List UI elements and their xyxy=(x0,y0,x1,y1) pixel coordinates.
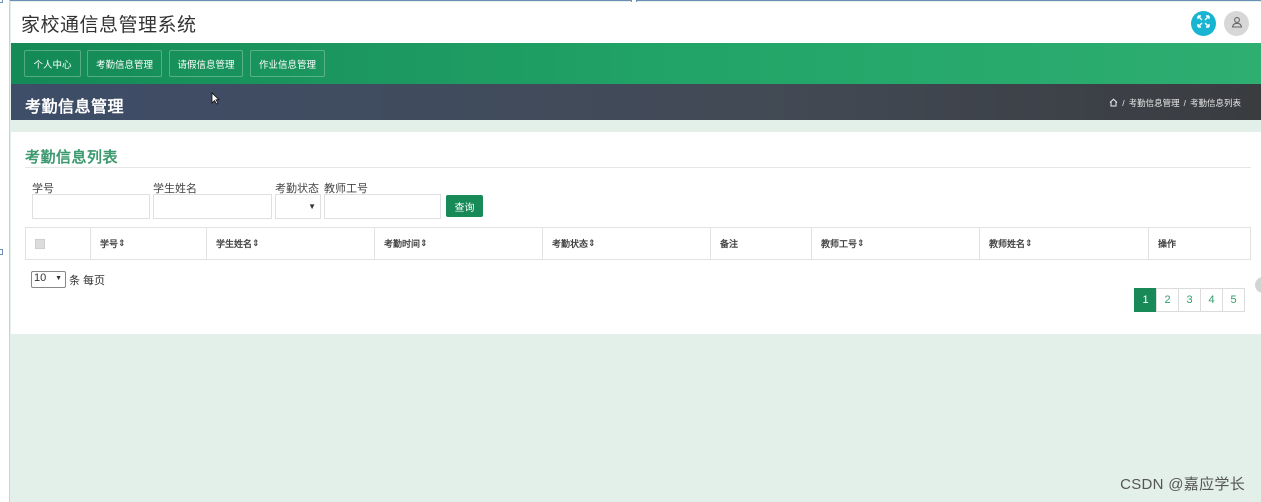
column-label: 教师姓名 xyxy=(989,239,1026,249)
breadcrumb-separator: / xyxy=(1183,98,1186,108)
page-title: 考勤信息管理 xyxy=(25,99,125,116)
user-menu-button[interactable] xyxy=(1224,11,1249,36)
sort-icon: ⇕ xyxy=(118,238,126,248)
user-icon xyxy=(1231,15,1243,33)
app-title: 家校通信息管理系统 xyxy=(21,15,197,36)
page-button[interactable]: 4 xyxy=(1200,288,1223,312)
mouse-cursor-icon xyxy=(211,92,220,105)
column-header[interactable]: 考勤状态 ⇕ xyxy=(543,228,711,259)
page-size-control: 10 ▼ 条 每页 xyxy=(31,271,105,288)
nav-item-leave[interactable]: 请假信息管理 xyxy=(169,50,243,77)
nav-item-attendance[interactable]: 考勤信息管理 xyxy=(87,50,162,77)
teacher-id-input[interactable] xyxy=(324,194,441,219)
column-header[interactable]: 考勤时间 ⇕ xyxy=(375,228,543,259)
sort-icon: ⇕ xyxy=(1025,238,1033,248)
sort-icon: ⇕ xyxy=(857,238,865,248)
main-nav: 个人中心 考勤信息管理 请假信息管理 作业信息管理 xyxy=(11,43,1261,84)
page-size-select[interactable]: 10 ▼ xyxy=(31,271,66,288)
select-all-checkbox[interactable] xyxy=(35,238,45,249)
resize-handle[interactable] xyxy=(0,249,3,255)
select-all-cell xyxy=(26,228,91,259)
column-header[interactable]: 教师姓名 ⇕ xyxy=(980,228,1149,259)
column-header[interactable]: 学生姓名 ⇕ xyxy=(207,228,375,259)
home-icon[interactable] xyxy=(1109,98,1118,109)
column-label: 操作 xyxy=(1158,239,1177,249)
status-select[interactable]: ▼ xyxy=(275,194,321,219)
chevron-down-icon: ▼ xyxy=(55,275,62,282)
column-label: 考勤状态 xyxy=(552,239,589,249)
sort-icon: ⇕ xyxy=(588,238,596,248)
watermark: CSDN @嘉应学长 xyxy=(1120,476,1245,493)
breadcrumb-item[interactable]: 考勤信息管理 xyxy=(1129,97,1180,109)
app-window: 家校通信息管理系统 个人中心 考勤信息管理 请假信息管理 作业信息管理 考勤信息… xyxy=(11,2,1261,502)
page-header: 考勤信息管理 / 考勤信息管理 / 考勤信息列表 xyxy=(11,84,1261,120)
resize-handle[interactable] xyxy=(0,0,3,3)
card-title: 考勤信息列表 xyxy=(25,149,119,166)
top-header: 家校通信息管理系统 xyxy=(11,2,1261,43)
column-label: 学生姓名 xyxy=(216,239,253,249)
list-card: 考勤信息列表 学号 学生姓名 考勤状态 ▼ 教师工号 查询 学号 ⇕ 学生姓名 ⇕ … xyxy=(11,132,1261,334)
column-header[interactable]: 学号 ⇕ xyxy=(91,228,207,259)
page-size-value: 10 xyxy=(34,272,47,284)
table-header: 学号 ⇕ 学生姓名 ⇕ 考勤时间 ⇕ 考勤状态 ⇕ 备注 教师工号 ⇕ 教师姓名 ⇕ 操作 xyxy=(25,227,1251,260)
side-tab[interactable] xyxy=(1255,277,1261,293)
breadcrumb-item: 考勤信息列表 xyxy=(1189,98,1241,108)
student-name-input[interactable] xyxy=(153,194,272,219)
sort-icon: ⇕ xyxy=(420,238,428,248)
page-size-suffix: 条 每页 xyxy=(69,274,106,287)
column-header[interactable]: 教师工号 ⇕ xyxy=(812,228,980,259)
column-label: 备注 xyxy=(720,239,739,249)
sort-icon: ⇕ xyxy=(252,238,260,248)
column-label: 教师工号 xyxy=(821,239,858,249)
nav-item-personal-center[interactable]: 个人中心 xyxy=(24,50,81,77)
column-header: 操作 xyxy=(1149,228,1250,259)
column-label: 考勤时间 xyxy=(384,239,421,249)
pagination: 1 2 3 4 5 xyxy=(1134,288,1245,312)
student-id-input[interactable] xyxy=(32,194,150,219)
page-button[interactable]: 5 xyxy=(1222,288,1245,312)
chevron-down-icon: ▼ xyxy=(308,202,316,211)
page-button[interactable]: 1 xyxy=(1134,288,1157,312)
divider xyxy=(25,167,1251,168)
nav-item-label: 个人中心 xyxy=(33,59,72,71)
fullscreen-button[interactable] xyxy=(1191,11,1216,36)
nav-item-label: 作业信息管理 xyxy=(258,59,316,71)
page-button[interactable]: 3 xyxy=(1178,288,1201,312)
search-button[interactable]: 查询 xyxy=(446,195,483,217)
column-label: 学号 xyxy=(100,239,119,249)
expand-icon xyxy=(1197,14,1210,33)
nav-item-label: 考勤信息管理 xyxy=(95,59,153,71)
page-button[interactable]: 2 xyxy=(1156,288,1179,312)
nav-item-label: 请假信息管理 xyxy=(177,59,235,71)
breadcrumb-separator: / xyxy=(1122,98,1125,108)
nav-item-homework[interactable]: 作业信息管理 xyxy=(250,50,325,77)
breadcrumb: / 考勤信息管理 / 考勤信息列表 xyxy=(1109,97,1241,109)
column-header: 备注 xyxy=(711,228,812,259)
